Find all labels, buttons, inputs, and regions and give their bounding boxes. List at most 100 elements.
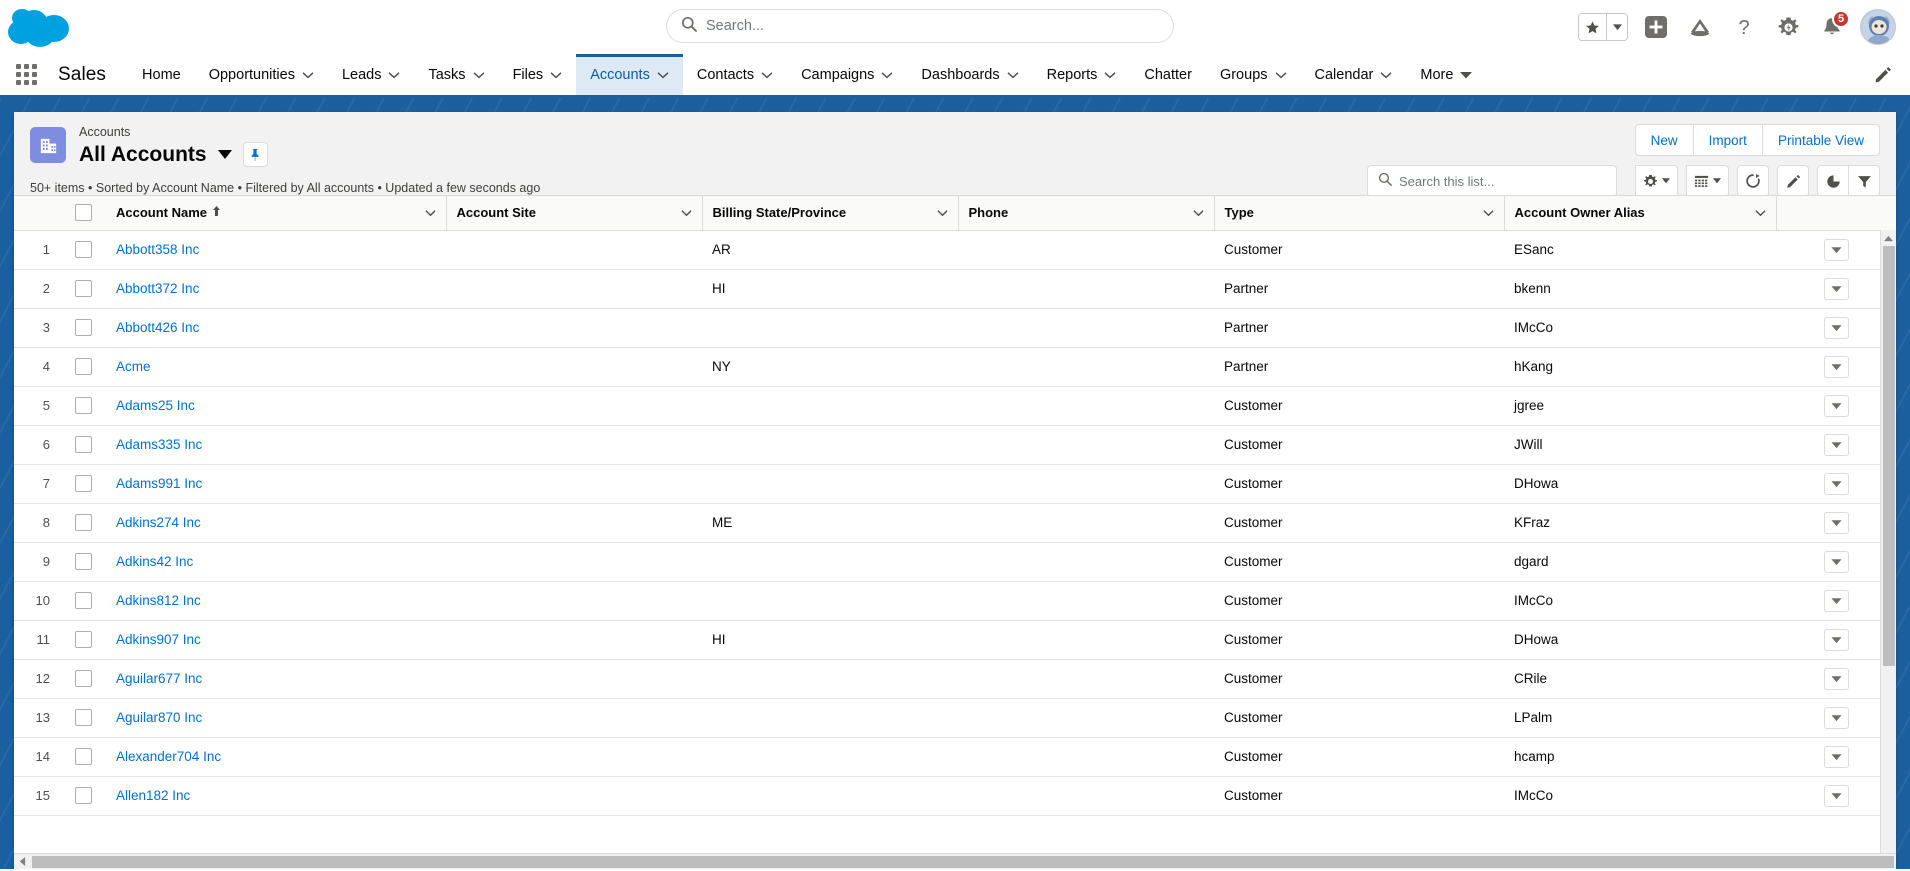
checkbox-unchecked[interactable] (74, 436, 92, 453)
checkbox-unchecked[interactable] (74, 241, 92, 258)
cell-account-name[interactable]: Acme (106, 347, 446, 387)
cell-account-name[interactable]: Aguilar677 Inc (106, 659, 446, 699)
row-actions-chevron-down-icon[interactable] (1823, 277, 1849, 300)
cell-account-name[interactable]: Adkins274 Inc (106, 503, 446, 543)
row-actions-chevron-down-icon[interactable] (1823, 550, 1849, 573)
cell-row-actions[interactable] (1776, 347, 1896, 387)
row-actions-chevron-down-icon[interactable] (1823, 433, 1849, 456)
table-row[interactable]: 10 Adkins812 Inc Customer IMcCo (14, 581, 1896, 621)
pin-icon[interactable] (242, 142, 268, 167)
chevron-down-icon[interactable] (1754, 205, 1766, 220)
cell-row-actions[interactable] (1776, 503, 1896, 543)
checkbox-unchecked[interactable] (74, 358, 92, 375)
row-select-cell[interactable] (60, 269, 106, 309)
page-title[interactable]: All Accounts (79, 141, 207, 168)
table-row[interactable]: 9 Adkins42 Inc Customer dgard (14, 542, 1896, 582)
nav-item-chatter[interactable]: Chatter (1130, 54, 1206, 95)
horizontal-scroll-thumb[interactable] (32, 855, 1894, 868)
table-row[interactable]: 3 Abbott426 Inc Partner IMcCo (14, 308, 1896, 348)
einstein-icon[interactable] (1684, 11, 1716, 43)
row-actions-chevron-down-icon[interactable] (1823, 355, 1849, 378)
cell-row-actions[interactable] (1776, 776, 1896, 816)
chevron-down-icon[interactable] (473, 71, 485, 79)
cell-row-actions[interactable] (1776, 425, 1896, 465)
cell-row-actions[interactable] (1776, 230, 1896, 270)
checkbox-unchecked[interactable] (74, 397, 92, 414)
favorites-group[interactable] (1578, 13, 1628, 41)
display-as-table-icon[interactable] (1686, 165, 1729, 197)
row-select-cell[interactable] (60, 542, 106, 582)
chevron-down-icon[interactable] (1007, 71, 1019, 79)
chevron-down-icon[interactable] (936, 205, 948, 220)
row-actions-chevron-down-icon[interactable] (1823, 784, 1849, 807)
chevron-down-icon[interactable] (1607, 14, 1627, 40)
cell-row-actions[interactable] (1776, 386, 1896, 426)
table-row[interactable]: 8 Adkins274 Inc ME Customer KFraz (14, 503, 1896, 543)
help-question-icon[interactable]: ? (1728, 11, 1760, 43)
row-actions-chevron-down-icon[interactable] (1823, 316, 1849, 339)
cell-row-actions[interactable] (1776, 269, 1896, 309)
cell-account-name[interactable]: Adkins42 Inc (106, 542, 446, 582)
account-name-link[interactable]: Acme (116, 359, 151, 374)
row-actions-chevron-down-icon[interactable] (1823, 667, 1849, 690)
checkbox-unchecked[interactable] (74, 709, 92, 726)
new-button[interactable]: New (1634, 124, 1694, 156)
checkbox-unchecked[interactable] (74, 631, 92, 648)
printable-view-button[interactable]: Printable View (1761, 124, 1880, 156)
checkbox-unchecked[interactable] (74, 475, 92, 492)
cell-account-name[interactable]: Alexander704 Inc (106, 737, 446, 777)
row-select-cell[interactable] (60, 737, 106, 777)
pencil-icon[interactable] (1856, 54, 1910, 95)
gear-icon[interactable] (1772, 11, 1804, 43)
chevron-down-icon[interactable] (881, 71, 893, 79)
account-name-link[interactable]: Abbott358 Inc (116, 242, 199, 257)
chevron-down-icon[interactable] (657, 71, 669, 79)
column-header-account-owner-alias[interactable]: Account Owner Alias (1504, 196, 1777, 231)
account-name-link[interactable]: Aguilar677 Inc (116, 671, 202, 686)
account-name-link[interactable]: Aguilar870 Inc (116, 710, 202, 725)
list-search-input[interactable] (1399, 173, 1606, 189)
checkbox-unchecked[interactable] (74, 514, 92, 531)
nav-item-accounts[interactable]: Accounts (576, 54, 683, 95)
checkbox-unchecked[interactable] (74, 553, 92, 570)
chevron-down-icon[interactable] (424, 205, 436, 220)
avatar[interactable] (1860, 9, 1896, 45)
row-select-cell[interactable] (60, 503, 106, 543)
chevron-down-icon[interactable] (1275, 71, 1287, 79)
row-select-cell[interactable] (60, 308, 106, 348)
row-select-cell[interactable] (60, 620, 106, 660)
row-actions-chevron-down-icon[interactable] (1823, 628, 1849, 651)
filter-funnel-icon[interactable] (1848, 165, 1880, 197)
cell-account-name[interactable]: Adkins812 Inc (106, 581, 446, 621)
nav-item-tasks[interactable]: Tasks (414, 54, 498, 95)
cell-account-name[interactable]: Adkins907 Inc (106, 620, 446, 660)
nav-item-home[interactable]: Home (128, 54, 195, 95)
checkbox-unchecked[interactable] (74, 204, 92, 222)
row-select-cell[interactable] (60, 386, 106, 426)
cell-row-actions[interactable] (1776, 308, 1896, 348)
row-select-cell[interactable] (60, 230, 106, 270)
nav-item-contacts[interactable]: Contacts (683, 54, 787, 95)
checkbox-unchecked[interactable] (74, 787, 92, 804)
chevron-down-icon[interactable] (302, 71, 314, 79)
column-header-type[interactable]: Type (1214, 196, 1505, 231)
row-select-cell[interactable] (60, 698, 106, 738)
chevron-down-icon[interactable] (1482, 205, 1494, 220)
bell-icon[interactable]: 5 (1816, 10, 1850, 43)
account-name-link[interactable]: Adkins812 Inc (116, 593, 201, 608)
search-input[interactable] (706, 18, 1159, 34)
import-button[interactable]: Import (1692, 124, 1763, 156)
row-select-cell[interactable] (60, 347, 106, 387)
table-row[interactable]: 4 Acme NY Partner hKang (14, 347, 1896, 387)
checkbox-unchecked[interactable] (74, 280, 92, 297)
account-name-link[interactable]: Adkins274 Inc (116, 515, 201, 530)
app-launcher-waffle-icon[interactable] (0, 54, 52, 95)
nav-item-groups[interactable]: Groups (1206, 54, 1301, 95)
table-row[interactable]: 15 Allen182 Inc Customer IMcCo (14, 776, 1896, 816)
cell-account-name[interactable]: Adams991 Inc (106, 464, 446, 504)
refresh-icon[interactable] (1737, 165, 1769, 197)
account-name-link[interactable]: Allen182 Inc (116, 788, 190, 803)
row-select-cell[interactable] (60, 776, 106, 816)
column-header-billing-state[interactable]: Billing State/Province (702, 196, 959, 231)
cell-row-actions[interactable] (1776, 698, 1896, 738)
